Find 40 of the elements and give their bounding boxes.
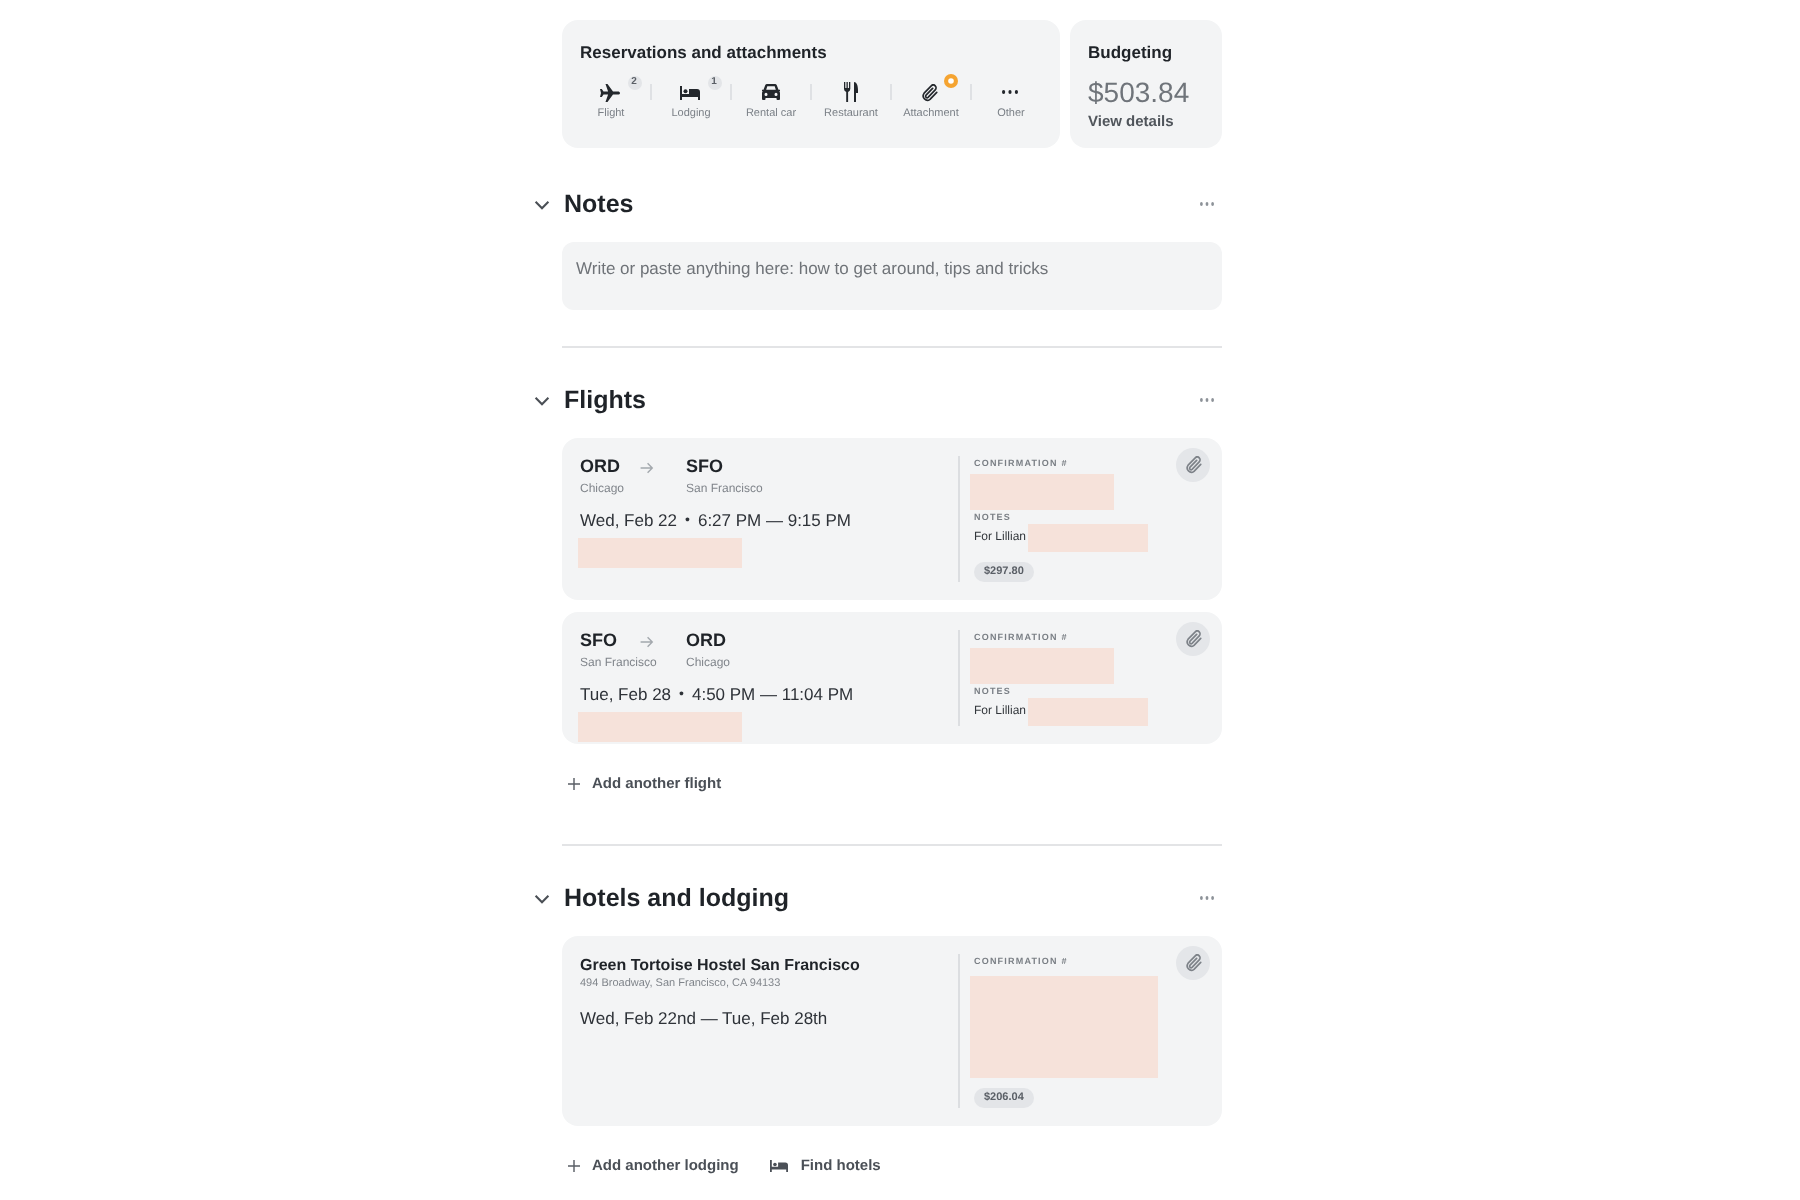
arrow-right-icon <box>640 461 654 473</box>
bed-icon <box>680 85 701 99</box>
card-title: Budgeting <box>1088 44 1173 61</box>
section-title: Flights <box>564 387 646 413</box>
redaction-block <box>1028 524 1149 552</box>
airport-code: ORD <box>686 630 726 652</box>
flight-date: Wed, Feb 22 <box>580 510 678 532</box>
chevron-down-icon[interactable] <box>534 199 550 209</box>
redaction-block <box>970 474 1114 510</box>
airport-code: SFO <box>580 630 618 652</box>
attach-button[interactable] <box>1176 622 1210 656</box>
airport-code: SFO <box>686 456 724 478</box>
section-title: Hotels and lodging <box>564 885 789 911</box>
paperclip-icon <box>1185 630 1201 648</box>
notes-field[interactable]: Write or paste anything here: how to get around, tips and tricks <box>562 242 1222 310</box>
hotel-name: Green Tortoise Hostel San Francisco <box>580 954 860 976</box>
attach-button[interactable] <box>1176 448 1210 482</box>
paperclip-icon <box>1185 456 1201 474</box>
fork-knife-icon <box>844 82 858 102</box>
budget-amount: $503.84 <box>1088 78 1190 106</box>
plane-icon <box>600 83 621 101</box>
card-title: Reservations and attachments <box>580 44 827 61</box>
plus-icon <box>568 778 580 790</box>
stay-dates: Wed, Feb 22nd — Tue, Feb 28th <box>580 1008 828 1030</box>
car-icon <box>761 84 780 100</box>
attach-button[interactable] <box>1176 946 1210 980</box>
redaction-block <box>1028 698 1149 726</box>
bed-icon <box>770 1160 789 1172</box>
chevron-down-icon[interactable] <box>534 893 550 903</box>
redaction-block <box>970 648 1114 684</box>
flight-times: 4:50 PM — 11:04 PM <box>691 684 854 706</box>
section-title: Notes <box>564 191 634 217</box>
airport-code: ORD <box>580 456 620 478</box>
chevron-down-icon[interactable] <box>534 395 550 405</box>
arrow-right-icon <box>640 635 654 647</box>
flight-date: Tue, Feb 28 <box>580 684 672 706</box>
paperclip-icon <box>922 83 939 101</box>
paperclip-icon <box>1185 954 1201 972</box>
flight-times: 6:27 PM — 9:15 PM <box>697 510 852 532</box>
plus-icon <box>568 1160 580 1172</box>
